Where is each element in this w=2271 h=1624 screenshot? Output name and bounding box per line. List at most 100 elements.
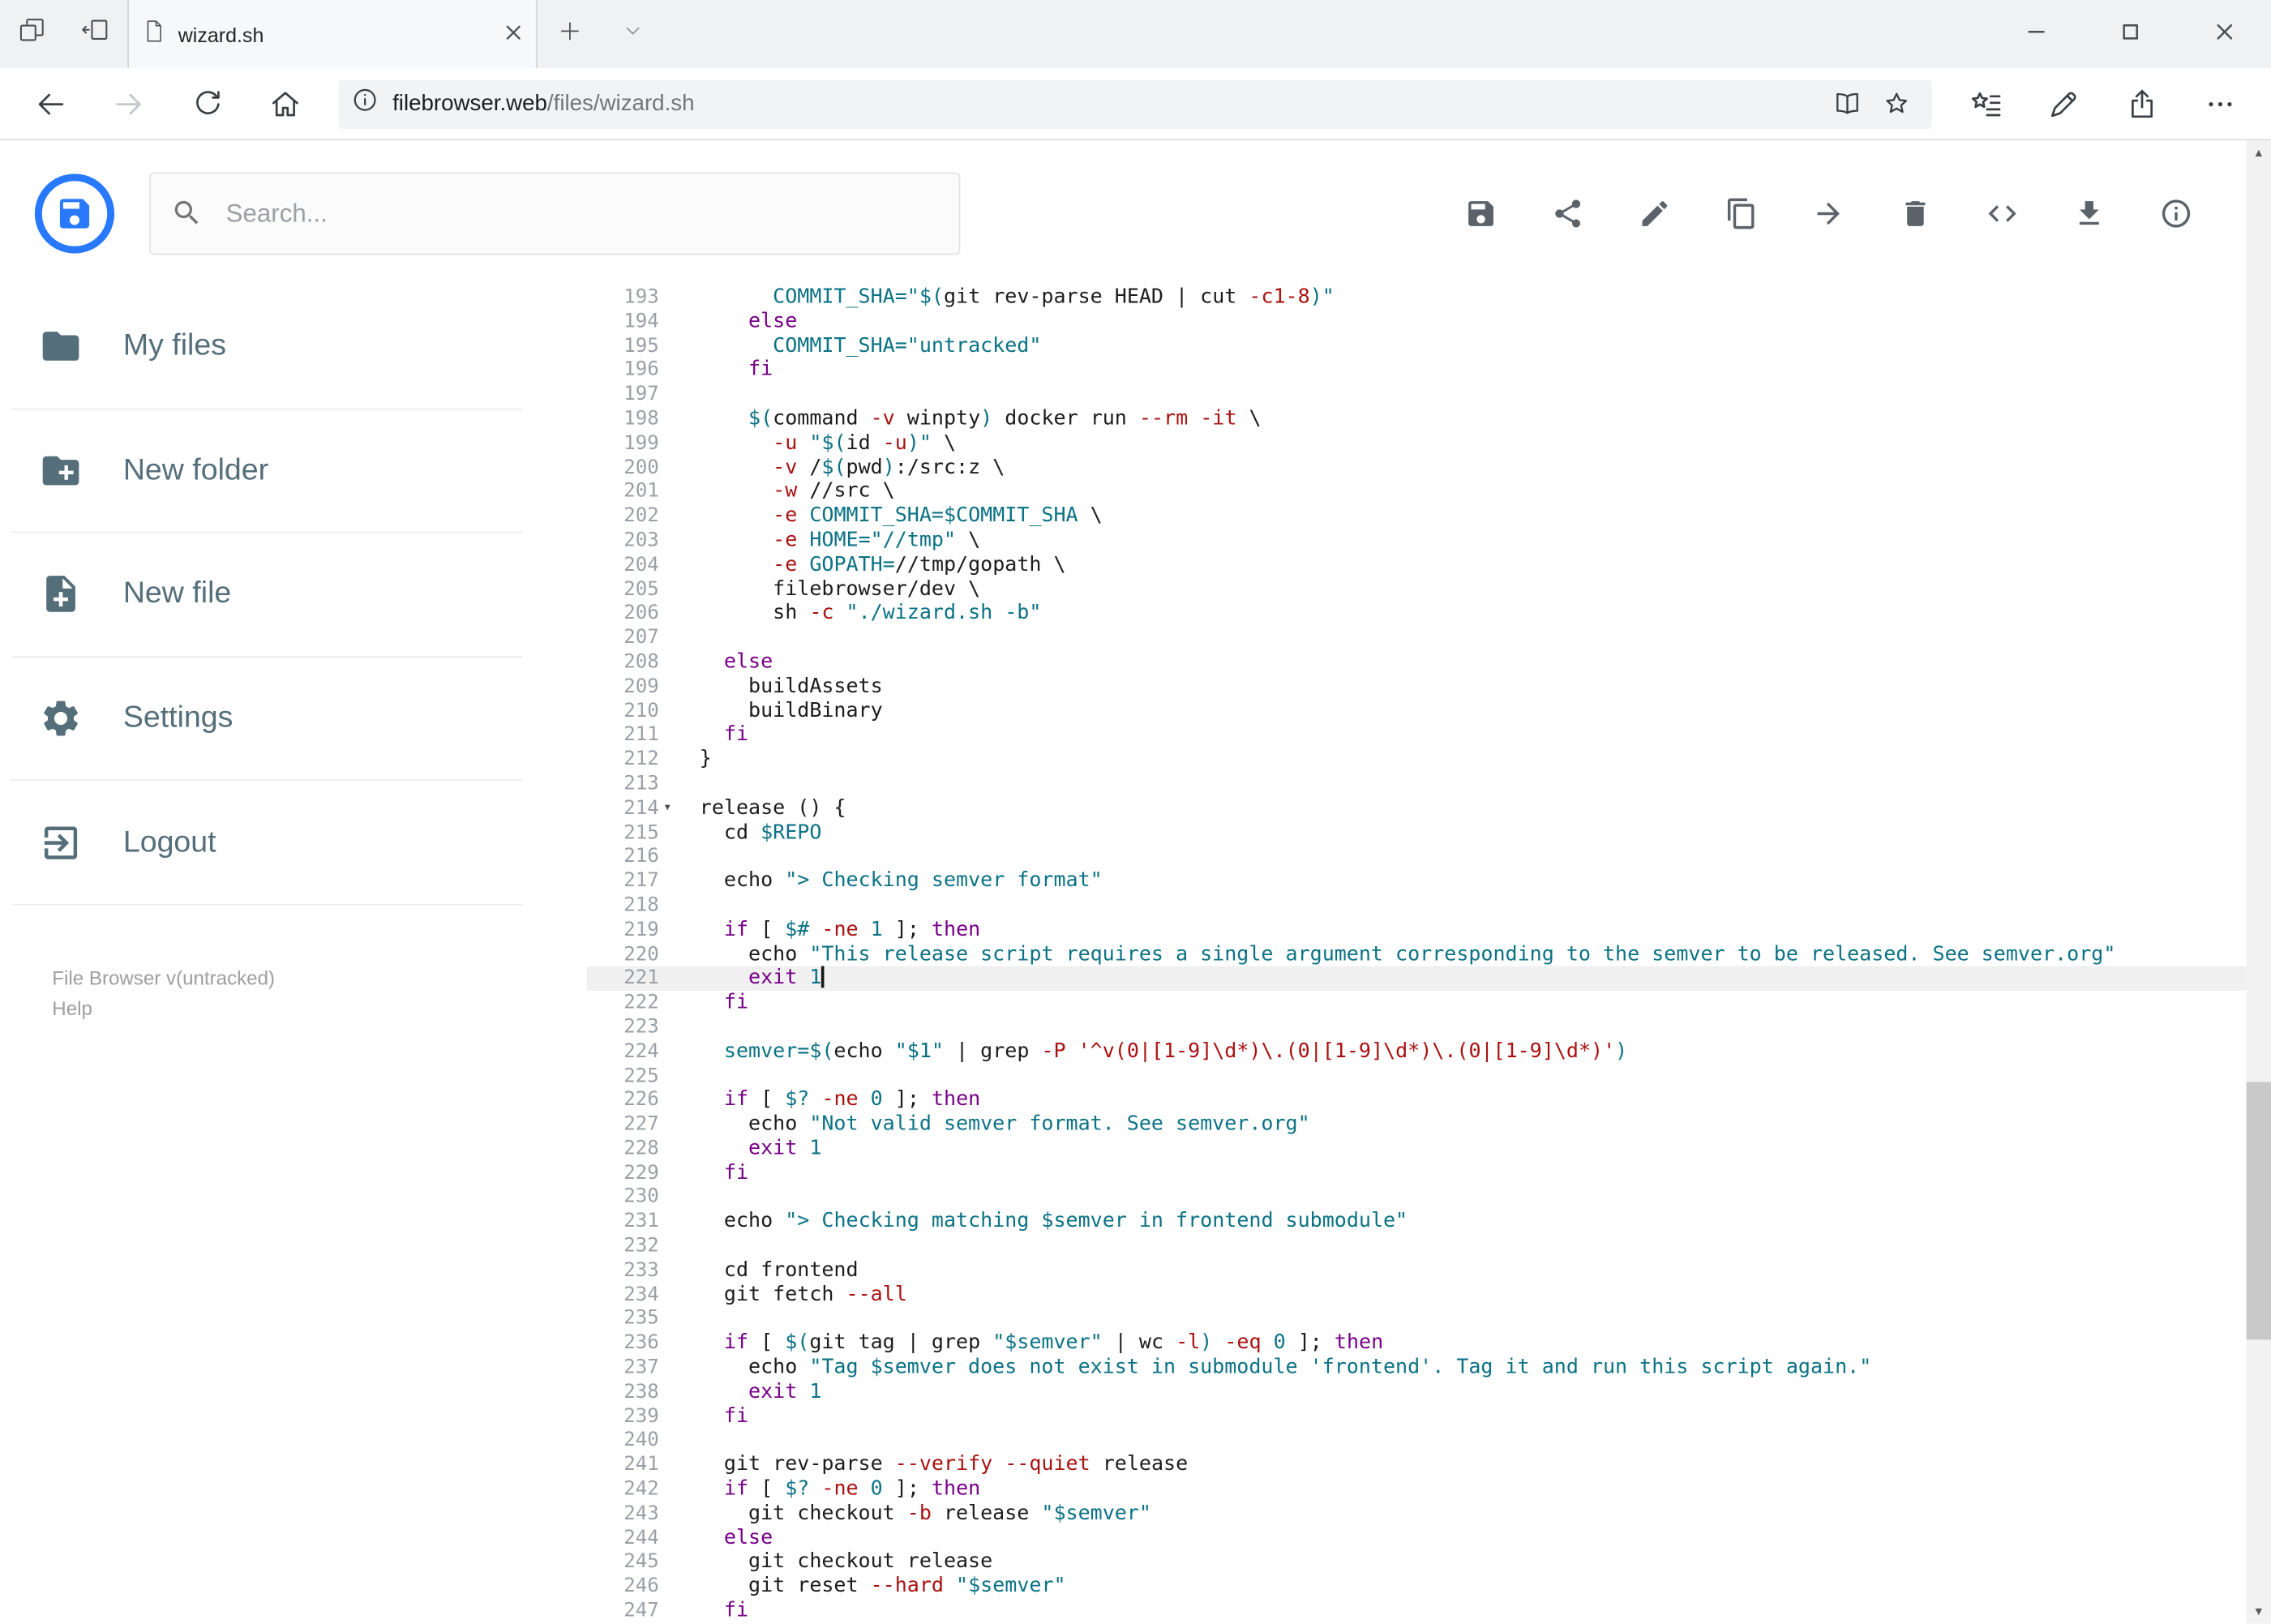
code-line[interactable]: 193 COMMIT_SHA="$(git rev-parse HEAD | c…	[586, 285, 2246, 310]
code-line[interactable]: 212}	[586, 748, 2246, 772]
search-input[interactable]	[223, 196, 959, 230]
web-note-button[interactable]	[2025, 67, 2102, 139]
filebrowser-logo[interactable]	[34, 173, 115, 253]
code-line[interactable]: 228 exit 1	[586, 1137, 2246, 1161]
code-line[interactable]: 197	[586, 383, 2246, 407]
code-line[interactable]: 238 exit 1	[586, 1380, 2246, 1404]
code-line[interactable]: 204 -e GOPATH=//tmp/gopath \	[586, 553, 2246, 577]
sidebar-item-new-file[interactable]: New file	[11, 533, 523, 658]
sidebar-item-settings[interactable]: Settings	[11, 658, 523, 782]
code-line[interactable]: 196 fi	[586, 358, 2246, 383]
code-line[interactable]: 234 git fetch --all	[586, 1283, 2246, 1307]
code-line[interactable]: 219 if [ $# -ne 1 ]; then	[586, 918, 2246, 942]
code-line[interactable]: 217 echo "> Checking semver format"	[586, 869, 2246, 893]
help-link[interactable]: Help	[52, 993, 586, 1024]
rename-button[interactable]	[1628, 186, 1682, 240]
browser-tab[interactable]: wizard.sh	[127, 0, 538, 68]
url-text[interactable]: filebrowser.web/files/wizard.sh	[392, 91, 1822, 117]
set-tabs-aside-button[interactable]	[64, 0, 128, 68]
code-line[interactable]: 239 fi	[586, 1404, 2246, 1429]
code-line[interactable]: 205 filebrowser/dev \	[586, 577, 2246, 602]
code-line[interactable]: 246 git reset --hard "$semver"	[586, 1575, 2246, 1599]
code-line[interactable]: 235	[586, 1307, 2246, 1331]
copy-button[interactable]	[1715, 186, 1768, 240]
code-line[interactable]: 198 $(command -v winpty) docker run --rm…	[586, 407, 2246, 431]
minimize-button[interactable]	[1989, 0, 2083, 68]
code-line[interactable]: 201 -w //src \	[586, 480, 2246, 504]
scrollbar-thumb[interactable]	[2246, 1082, 2271, 1340]
search-box[interactable]	[148, 171, 961, 255]
code-line[interactable]: 215 cd $REPO	[586, 821, 2246, 845]
code-line[interactable]: 241 git rev-parse --verify --quiet relea…	[586, 1453, 2246, 1477]
code-line[interactable]: 225	[586, 1064, 2246, 1088]
code-line[interactable]: 245 git checkout release	[586, 1550, 2246, 1575]
delete-button[interactable]	[1888, 186, 1942, 240]
scroll-down-arrow[interactable]: ▼	[2247, 1600, 2271, 1624]
code-line[interactable]: 233 cd frontend	[586, 1258, 2246, 1283]
code-line[interactable]: 227 echo "Not valid semver format. See s…	[586, 1112, 2246, 1137]
code-line[interactable]: 244 else	[586, 1526, 2246, 1550]
maximize-button[interactable]	[2083, 0, 2177, 68]
code-line[interactable]: 216	[586, 845, 2246, 869]
code-line[interactable]: 247 fi	[586, 1599, 2246, 1623]
code-line[interactable]: 208 else	[586, 650, 2246, 675]
code-line[interactable]: 224 semver=$(echo "$1" | grep -P '^v(0|[…	[586, 1039, 2246, 1064]
sidebar-item-my-files[interactable]: My files	[11, 285, 523, 409]
hub-button[interactable]	[1947, 67, 2025, 139]
code-line[interactable]: 200 -v /$(pwd):/src:z \	[586, 456, 2246, 480]
more-options-button[interactable]	[2181, 67, 2259, 139]
code-line[interactable]: 230	[586, 1185, 2246, 1210]
share-button[interactable]	[1541, 186, 1595, 240]
forward-button[interactable]	[90, 67, 168, 139]
refresh-button[interactable]	[168, 67, 246, 139]
code-line[interactable]: 210 buildBinary	[586, 699, 2246, 723]
code-line[interactable]: 232	[586, 1234, 2246, 1258]
code-line[interactable]: 203 -e HOME="//tmp" \	[586, 529, 2246, 553]
address-bar[interactable]: filebrowser.web/files/wizard.sh	[339, 79, 1932, 129]
code-line[interactable]: 220 echo "This release script requires a…	[586, 942, 2246, 966]
code-line[interactable]: 237 echo "Tag $semver does not exist in …	[586, 1356, 2246, 1380]
page-scrollbar[interactable]: ▲ ▼	[2246, 140, 2271, 1624]
fold-marker-icon[interactable]: ▾	[663, 796, 671, 821]
code-line[interactable]: 229 fi	[586, 1161, 2246, 1185]
download-button[interactable]	[2063, 186, 2116, 240]
code-line[interactable]: 226 if [ $? -ne 0 ]; then	[586, 1088, 2246, 1112]
code-line[interactable]: 218	[586, 893, 2246, 918]
code-line[interactable]: 199 -u "$(id -u)" \	[586, 431, 2246, 456]
code-line[interactable]: 194 else	[586, 310, 2246, 334]
tab-list-button[interactable]	[601, 0, 665, 68]
share-page-button[interactable]	[2103, 67, 2181, 139]
sidebar-item-logout[interactable]: Logout	[11, 782, 523, 906]
scroll-up-arrow[interactable]: ▲	[2247, 140, 2271, 165]
save-button[interactable]	[1454, 186, 1507, 240]
code-line[interactable]: 242 if [ $? -ne 0 ]; then	[586, 1477, 2246, 1502]
site-info-icon[interactable]	[350, 85, 379, 122]
code-line[interactable]: 207	[586, 626, 2246, 650]
code-line[interactable]: 221 exit 1	[586, 966, 2247, 992]
code-line[interactable]: 213	[586, 772, 2246, 796]
tab-close-icon[interactable]	[505, 21, 521, 47]
code-line[interactable]: 206 sh -c "./wizard.sh -b"	[586, 602, 2246, 626]
code-line[interactable]: 236 if [ $(git tag | grep "$semver" | wc…	[586, 1331, 2246, 1356]
code-line[interactable]: 222 fi	[586, 991, 2246, 1015]
code-line[interactable]: 214 ▾ release () {	[586, 796, 2246, 821]
code-line[interactable]: 211 fi	[586, 723, 2246, 748]
code-line[interactable]: 202 -e COMMIT_SHA=$COMMIT_SHA \	[586, 504, 2246, 529]
reading-view-button[interactable]	[1822, 79, 1871, 128]
close-button[interactable]	[2177, 0, 2271, 68]
add-favorite-button[interactable]	[1871, 79, 1921, 128]
move-button[interactable]	[1802, 186, 1855, 240]
code-editor[interactable]: 193 COMMIT_SHA="$(git rev-parse HEAD | c…	[586, 285, 2247, 1624]
code-line[interactable]: 223	[586, 1015, 2246, 1039]
edit-source-button[interactable]	[1976, 186, 2029, 240]
code-line[interactable]: 240	[586, 1429, 2246, 1453]
sidebar-item-new-folder[interactable]: New folder	[11, 409, 523, 533]
code-line[interactable]: 231 echo "> Checking matching $semver in…	[586, 1210, 2246, 1234]
home-button[interactable]	[246, 67, 324, 139]
code-line[interactable]: 195 COMMIT_SHA="untracked"	[586, 334, 2246, 358]
tabs-aside-button[interactable]	[0, 0, 64, 68]
code-line[interactable]: 209 buildAssets	[586, 675, 2246, 699]
new-tab-button[interactable]	[538, 0, 602, 68]
code-line[interactable]: 243 git checkout -b release "$semver"	[586, 1502, 2246, 1526]
back-button[interactable]	[11, 67, 89, 139]
